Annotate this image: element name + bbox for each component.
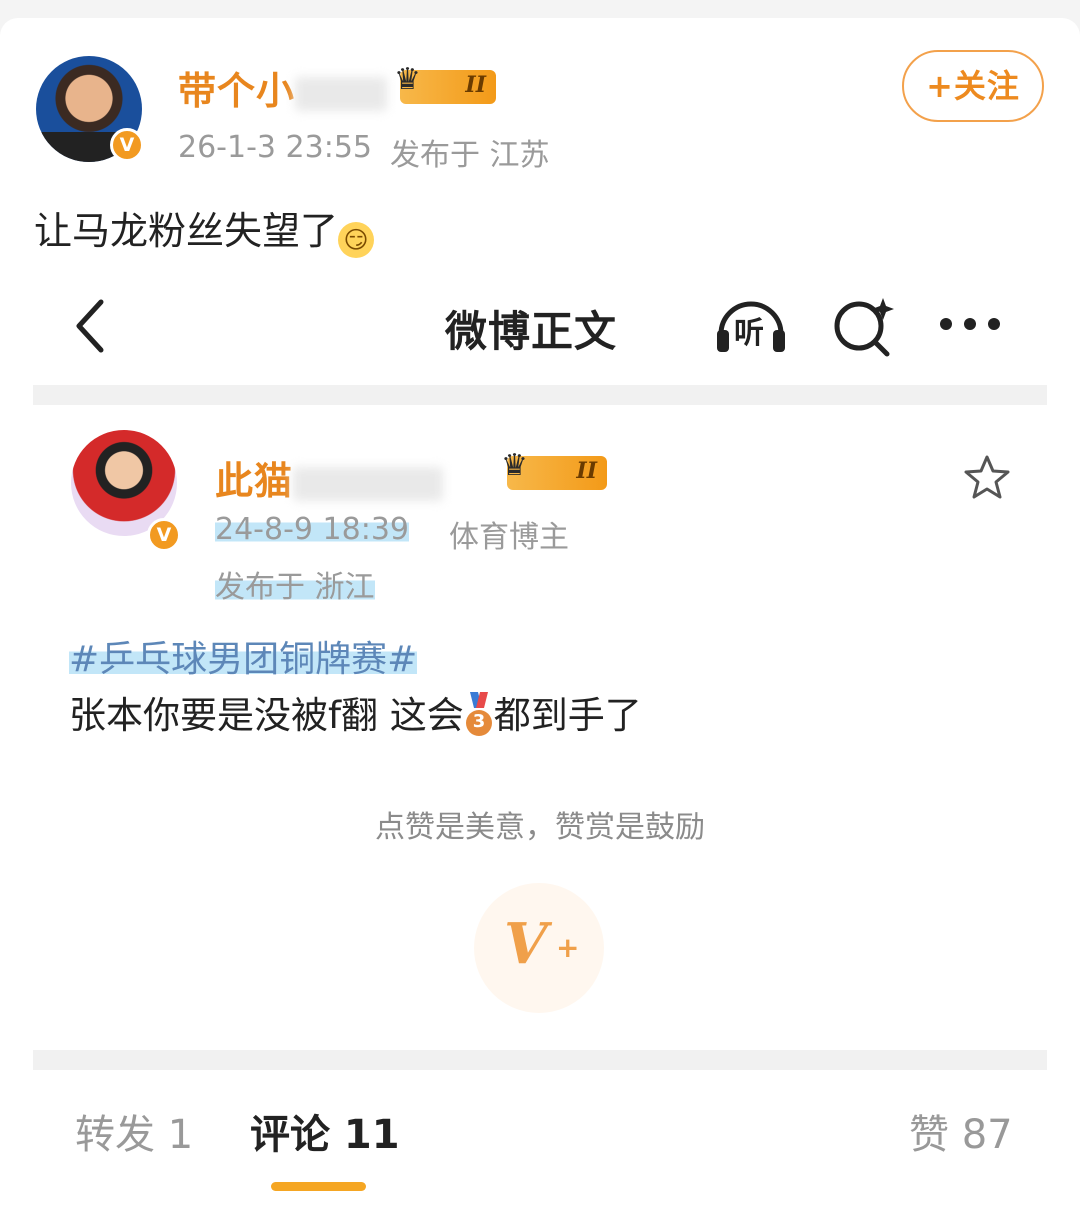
embedded-screenshot: 微博正文 听 V 此猫 ♛ II 24-8-9 18:39 体育博主 发布于 浙… (33, 280, 1047, 1210)
divider (33, 385, 1047, 405)
nav-bar: 微博正文 听 (33, 280, 1047, 375)
back-icon[interactable] (71, 298, 107, 358)
star-favorite-icon[interactable] (963, 454, 1011, 504)
vip-level-badge: ♛ II (394, 62, 496, 104)
divider (33, 1050, 1047, 1070)
smirk-emoji-icon: 😏 (338, 222, 375, 258)
ai-search-icon[interactable] (831, 294, 895, 362)
author-name[interactable]: 带个小 (178, 60, 388, 115)
tab-comments[interactable]: 评论 11 (250, 1102, 400, 1160)
crown-icon: ♛ (394, 62, 421, 97)
vip-level-badge: ♛ II (501, 448, 607, 490)
bronze-medal-icon: 3 (464, 692, 494, 738)
follow-button[interactable]: +关注 (902, 50, 1044, 122)
post-card: V 带个小 ♛ II 26-1-3 23:55 发布于 江苏 +关注 让马龙粉丝… (0, 18, 1080, 1230)
author-role: 体育博主 (449, 520, 569, 555)
post-location: 发布于 江苏 (390, 138, 550, 173)
topic-hashtag[interactable]: #乒乓球男团铜牌赛# (69, 630, 418, 682)
embedded-author-name[interactable]: 此猫 (215, 450, 444, 505)
post-time: 26-1-3 23:55 (178, 130, 372, 165)
embedded-post-text: 张本你要是没被f翻 这会 3 都到手了 (69, 692, 642, 738)
action-tabs: 转发 1 评论 11 赞 87 (33, 1070, 1047, 1191)
verified-badge-icon: V (110, 128, 144, 162)
tab-likes[interactable]: 赞 87 (909, 1102, 1013, 1160)
reward-v-icon: V (504, 911, 548, 977)
blurred-name-part (293, 466, 444, 501)
page-title: 微博正文 (445, 307, 618, 356)
active-tab-indicator (271, 1182, 366, 1191)
reward-button[interactable]: V + (474, 883, 604, 1013)
blurred-name-part (295, 76, 388, 111)
embedded-location: 发布于 浙江 (215, 570, 375, 605)
verified-badge-icon: V (147, 518, 181, 552)
reward-tip: 点赞是美意，赞赏是鼓励 (375, 810, 705, 845)
listen-icon[interactable]: 听 (713, 294, 789, 354)
more-icon[interactable] (938, 316, 1002, 336)
embedded-time: 24-8-9 18:39 (215, 512, 409, 547)
tab-repost[interactable]: 转发 1 (75, 1102, 193, 1160)
post-text: 让马龙粉丝失望了 😏 (34, 200, 375, 258)
crown-icon: ♛ (501, 448, 528, 483)
